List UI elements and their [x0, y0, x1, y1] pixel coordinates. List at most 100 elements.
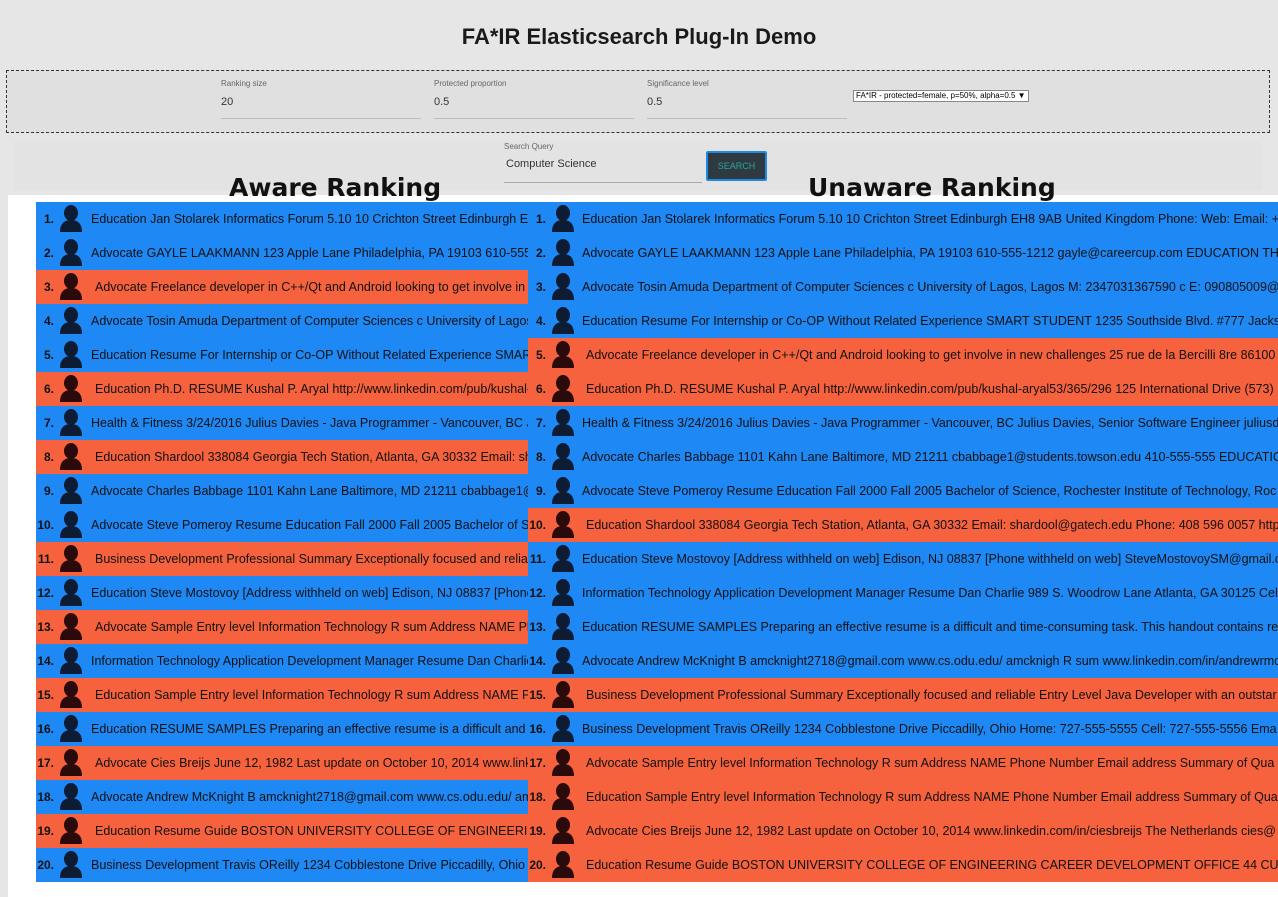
- resume-snippet[interactable]: Advocate GAYLE LAAKMANN 123 Apple Lane P…: [91, 246, 528, 260]
- resume-snippet[interactable]: Advocate Tosin Amuda Department of Compu…: [582, 280, 1278, 294]
- resume-snippet[interactable]: Education Resume For Internship or Co-OP…: [582, 314, 1278, 328]
- ranking-row[interactable]: 13. Education RESUME SAMPLES Preparing an…: [528, 610, 1278, 644]
- rank-number: 11.: [529, 552, 546, 566]
- resume-snippet[interactable]: Advocate Freelance developer in C++/Qt a…: [586, 348, 1275, 362]
- resume-snippet[interactable]: Advocate Freelance developer in C++/Qt a…: [95, 280, 528, 294]
- resume-snippet[interactable]: Business Development Professional Summar…: [586, 688, 1277, 702]
- ranking-row[interactable]: 3. Advocate Freelance developer in C++/Qt…: [36, 270, 528, 304]
- ranking-row[interactable]: 13. Advocate Sample Entry level Informati…: [36, 610, 528, 644]
- male-avatar-icon: [550, 612, 576, 645]
- ranking-row[interactable]: 3. Advocate Tosin Amuda Department of Com…: [528, 270, 1278, 304]
- protected-proportion-field[interactable]: Protected proportion 0.5: [434, 77, 634, 119]
- resume-snippet[interactable]: Information Technology Application Devel…: [91, 654, 528, 668]
- resume-snippet[interactable]: Education RESUME SAMPLES Preparing an ef…: [582, 620, 1278, 634]
- female-avatar-icon: [58, 374, 84, 407]
- ranking-row[interactable]: 14. Advocate Andrew McKnight B amcknight2…: [528, 644, 1278, 678]
- resume-snippet[interactable]: Advocate Tosin Amuda Department of Compu…: [91, 314, 528, 328]
- male-avatar-icon: [58, 204, 84, 237]
- ranking-row[interactable]: 1. Education Jan Stolarek Informatics For…: [528, 202, 1278, 236]
- resume-snippet[interactable]: Education Resume For Internship or Co-OP…: [91, 348, 528, 362]
- ranking-row[interactable]: 10. Education Shardool 338084 Georgia Tec…: [528, 508, 1278, 542]
- search-button[interactable]: SEARCH: [706, 151, 767, 181]
- protected-proportion-value[interactable]: 0.5: [434, 96, 449, 108]
- ranking-row[interactable]: 20. Business Development Travis OReilly 1…: [36, 848, 528, 882]
- resume-snippet[interactable]: Education Steve Mostovoy [Address withhe…: [582, 552, 1278, 566]
- female-avatar-icon: [58, 680, 84, 713]
- ranking-row[interactable]: 5. Education Resume For Internship or Co-…: [36, 338, 528, 372]
- resume-snippet[interactable]: Business Development Travis OReilly 1234…: [91, 858, 528, 872]
- ranking-row[interactable]: 1. Education Jan Stolarek Informatics For…: [36, 202, 528, 236]
- ranking-row[interactable]: 11. Business Development Professional Sum…: [36, 542, 528, 576]
- ranking-row[interactable]: 8. Advocate Charles Babbage 1101 Kahn Lan…: [528, 440, 1278, 474]
- resume-snippet[interactable]: Advocate Sample Entry level Information …: [586, 756, 1274, 770]
- ranking-row[interactable]: 18. Advocate Andrew McKnight B amcknight2…: [36, 780, 528, 814]
- ranking-row[interactable]: 7. Health & Fitness 3/24/2016 Julius Davi…: [528, 406, 1278, 440]
- ranking-row[interactable]: 4. Education Resume For Internship or Co-…: [528, 304, 1278, 338]
- ranking-size-field[interactable]: Ranking size 20: [221, 77, 421, 119]
- resume-snippet[interactable]: Advocate Cies Breijs June 12, 1982 Last …: [95, 756, 528, 770]
- resume-snippet[interactable]: Health & Fitness 3/24/2016 Julius Davies…: [582, 416, 1278, 430]
- ranking-row[interactable]: 7. Health & Fitness 3/24/2016 Julius Davi…: [36, 406, 528, 440]
- ranking-size-value[interactable]: 20: [221, 96, 233, 108]
- ranking-row[interactable]: 2. Advocate GAYLE LAAKMANN 123 Apple Lane…: [528, 236, 1278, 270]
- ranking-row[interactable]: 6. Education Ph.D. RESUME Kushal P. Aryal…: [36, 372, 528, 406]
- resume-snippet[interactable]: Advocate Andrew McKnight B amcknight2718…: [582, 654, 1278, 668]
- resume-snippet[interactable]: Education Resume Guide BOSTON UNIVERSITY…: [95, 824, 528, 838]
- ranking-row[interactable]: 6. Education Ph.D. RESUME Kushal P. Aryal…: [528, 372, 1278, 406]
- significance-level-value[interactable]: 0.5: [647, 96, 662, 108]
- ranking-row[interactable]: 11. Education Steve Mostovoy [Address wit…: [528, 542, 1278, 576]
- resume-snippet[interactable]: Education Steve Mostovoy [Address withhe…: [91, 586, 528, 600]
- resume-snippet[interactable]: Business Development Professional Summar…: [95, 552, 528, 566]
- resume-snippet[interactable]: Education Jan Stolarek Informatics Forum…: [582, 212, 1278, 226]
- resume-snippet[interactable]: Information Technology Application Devel…: [582, 586, 1278, 600]
- ranking-row[interactable]: 9. Advocate Steve Pomeroy Resume Educatio…: [528, 474, 1278, 508]
- female-avatar-icon: [58, 544, 84, 577]
- resume-snippet[interactable]: Advocate Cies Breijs June 12, 1982 Last …: [586, 824, 1276, 838]
- ranking-row[interactable]: 18. Education Sample Entry level Informat…: [528, 780, 1278, 814]
- ranking-row[interactable]: 12. Education Steve Mostovoy [Address wit…: [36, 576, 528, 610]
- resume-snippet[interactable]: Education Ph.D. RESUME Kushal P. Aryal h…: [586, 382, 1274, 396]
- resume-snippet[interactable]: Business Development Travis OReilly 1234…: [582, 722, 1277, 736]
- resume-snippet[interactable]: Advocate Charles Babbage 1101 Kahn Lane …: [91, 484, 528, 498]
- ranking-row[interactable]: 16. Education RESUME SAMPLES Preparing an…: [36, 712, 528, 746]
- resume-snippet[interactable]: Advocate Steve Pomeroy Resume Education …: [582, 484, 1276, 498]
- ranking-row[interactable]: 10. Advocate Steve Pomeroy Resume Educati…: [36, 508, 528, 542]
- ranking-row[interactable]: 5. Advocate Freelance developer in C++/Qt…: [528, 338, 1278, 372]
- ranking-row[interactable]: 12. Information Technology Application De…: [528, 576, 1278, 610]
- ranking-row[interactable]: 4. Advocate Tosin Amuda Department of Com…: [36, 304, 528, 338]
- ranking-row[interactable]: 19. Advocate Cies Breijs June 12, 1982 La…: [528, 814, 1278, 848]
- resume-snippet[interactable]: Education Sample Entry level Information…: [586, 790, 1278, 804]
- female-avatar-icon: [58, 442, 84, 475]
- ranking-row[interactable]: 8. Education Shardool 338084 Georgia Tech…: [36, 440, 528, 474]
- ranking-row[interactable]: 19. Education Resume Guide BOSTON UNIVERS…: [36, 814, 528, 848]
- resume-snippet[interactable]: Education Ph.D. RESUME Kushal P. Aryal h…: [95, 382, 528, 396]
- resume-snippet[interactable]: Education Jan Stolarek Informatics Forum…: [91, 212, 528, 226]
- rank-number: 17.: [37, 756, 54, 770]
- resume-snippet[interactable]: Advocate Steve Pomeroy Resume Education …: [91, 518, 528, 532]
- ranking-row[interactable]: 2. Advocate GAYLE LAAKMANN 123 Apple Lane…: [36, 236, 528, 270]
- ranking-row[interactable]: 16. Business Development Travis OReilly 1…: [528, 712, 1278, 746]
- search-input[interactable]: Computer Science: [504, 153, 702, 183]
- resume-snippet[interactable]: Advocate Andrew McKnight B amcknight2718…: [91, 790, 528, 804]
- significance-level-field[interactable]: Significance level 0.5: [647, 77, 847, 119]
- ranking-row[interactable]: 17. Advocate Sample Entry level Informati…: [528, 746, 1278, 780]
- resume-snippet[interactable]: Advocate GAYLE LAAKMANN 123 Apple Lane P…: [582, 246, 1278, 260]
- significance-level-label: Significance level: [647, 79, 709, 88]
- ranking-row[interactable]: 14. Information Technology Application De…: [36, 644, 528, 678]
- resume-snippet[interactable]: Advocate Charles Babbage 1101 Kahn Lane …: [582, 450, 1278, 464]
- ranking-row[interactable]: 17. Advocate Cies Breijs June 12, 1982 La…: [36, 746, 528, 780]
- ranking-row[interactable]: 15. Education Sample Entry level Informat…: [36, 678, 528, 712]
- resume-snippet[interactable]: Education Sample Entry level Information…: [95, 688, 528, 702]
- resume-snippet[interactable]: Education RESUME SAMPLES Preparing an ef…: [91, 722, 528, 736]
- resume-snippet[interactable]: Education Shardool 338084 Georgia Tech S…: [586, 518, 1278, 532]
- resume-snippet[interactable]: Education Resume Guide BOSTON UNIVERSITY…: [586, 858, 1278, 872]
- ranking-row[interactable]: 9. Advocate Charles Babbage 1101 Kahn Lan…: [36, 474, 528, 508]
- rank-number: 11.: [37, 552, 54, 566]
- resume-snippet[interactable]: Education Shardool 338084 Georgia Tech S…: [95, 450, 528, 464]
- male-avatar-icon: [550, 476, 576, 509]
- ranking-row[interactable]: 15. Business Development Professional Sum…: [528, 678, 1278, 712]
- algorithm-select[interactable]: FA*IR - protected=female, p=50%, alpha=0…: [853, 90, 1029, 102]
- resume-snippet[interactable]: Health & Fitness 3/24/2016 Julius Davies…: [91, 416, 528, 430]
- ranking-row[interactable]: 20. Education Resume Guide BOSTON UNIVERS…: [528, 848, 1278, 882]
- resume-snippet[interactable]: Advocate Sample Entry level Information …: [95, 620, 528, 634]
